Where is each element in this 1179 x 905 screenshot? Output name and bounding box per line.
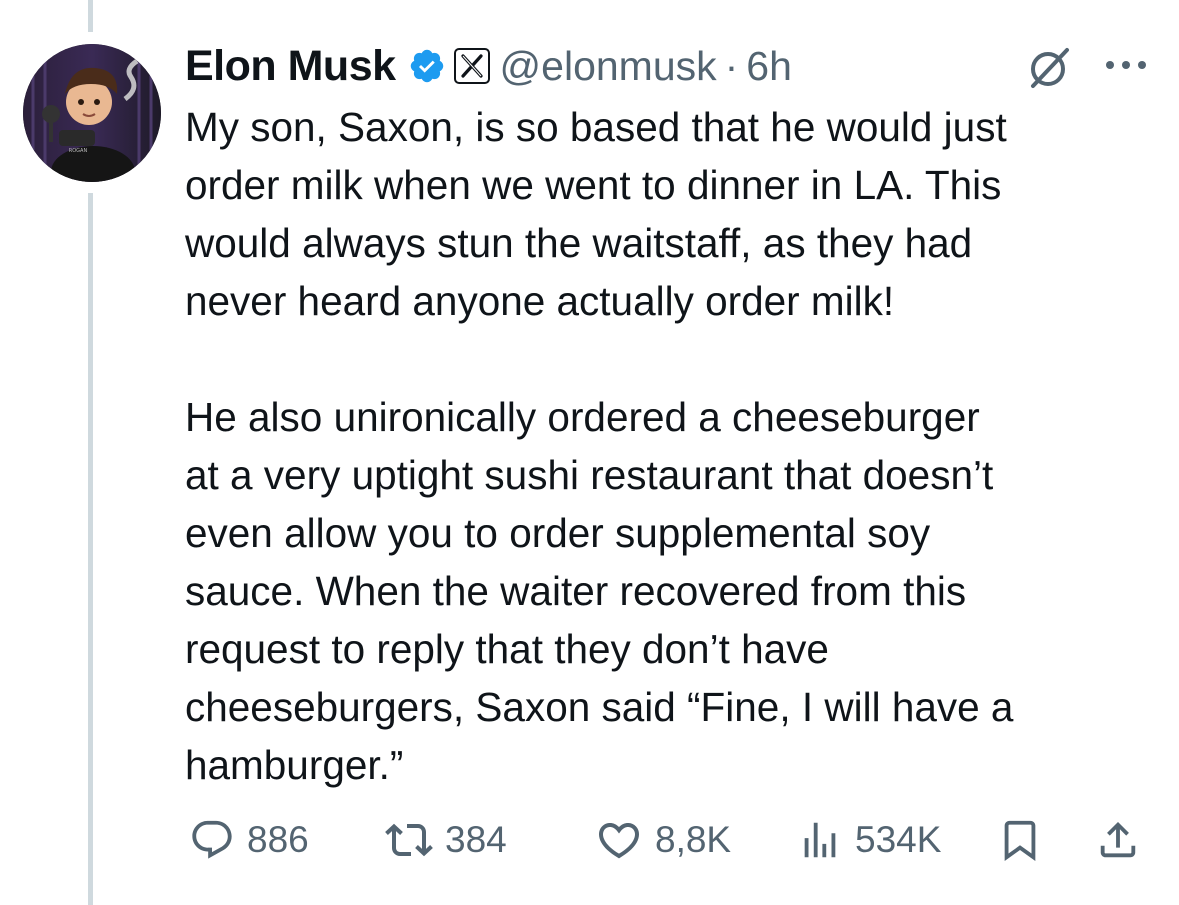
repost-icon (385, 816, 433, 864)
bookmark-button[interactable] (997, 812, 1043, 868)
tweet-header: Elon Musk @elonmusk · 6h (185, 38, 792, 94)
more-icon[interactable] (1103, 57, 1149, 73)
reply-count: 886 (247, 819, 309, 860)
heart-icon (595, 816, 643, 864)
repost-count: 384 (445, 819, 507, 860)
thread-line-top (88, 0, 93, 32)
post-time[interactable]: 6h (746, 43, 792, 90)
verified-badge-icon[interactable] (408, 47, 446, 85)
share-button[interactable] (1095, 812, 1141, 868)
x-logo-icon[interactable] (453, 48, 490, 84)
like-count: 8,8K (655, 819, 732, 860)
action-bar: 886 384 8,8K 534K (185, 812, 1150, 868)
thread-line-bottom (88, 193, 93, 905)
avatar[interactable]: ROGAN (23, 44, 161, 182)
views-count: 534K (855, 819, 942, 860)
bookmark-icon (997, 817, 1043, 863)
svg-text:ROGAN: ROGAN (69, 148, 88, 154)
tweet-paragraph: My son, Saxon, is so based that he would… (185, 104, 1007, 324)
reply-icon (189, 817, 235, 863)
views-button[interactable]: 534K (797, 812, 941, 868)
author-handle[interactable]: @elonmusk (500, 43, 717, 90)
like-button[interactable]: 8,8K (595, 812, 731, 868)
tweet-paragraph: He also unironically ordered a cheesebur… (185, 394, 1014, 788)
tweet-body: My son, Saxon, is so based that he would… (185, 98, 1145, 794)
separator: · (724, 42, 739, 89)
reply-button[interactable]: 886 (189, 812, 309, 868)
author-name[interactable]: Elon Musk (185, 42, 396, 91)
avatar-image: ROGAN (23, 44, 161, 182)
share-icon (1095, 817, 1141, 863)
grok-icon[interactable] (1025, 42, 1075, 92)
views-icon (797, 817, 843, 863)
repost-button[interactable]: 384 (385, 812, 507, 868)
